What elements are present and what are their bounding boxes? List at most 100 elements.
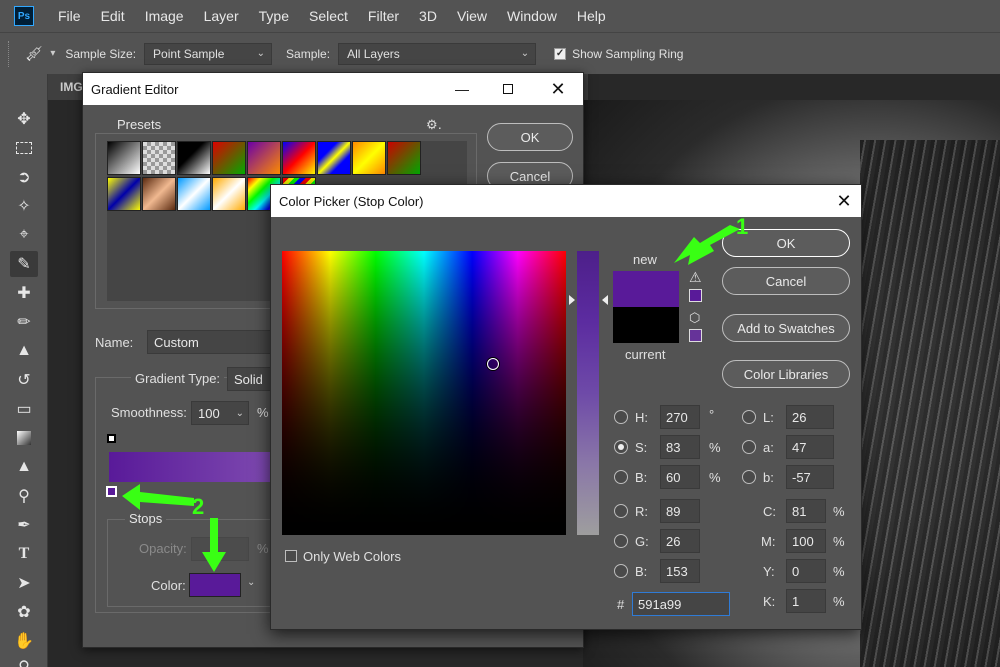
hex-field[interactable]: 591a99 [632, 592, 730, 616]
preset-swatch[interactable] [317, 141, 351, 175]
type-tool-icon[interactable]: T [10, 541, 38, 567]
preset-swatch[interactable] [247, 141, 281, 175]
red-radio[interactable] [614, 504, 628, 518]
preset-swatch[interactable] [212, 141, 246, 175]
preset-swatch[interactable] [107, 141, 141, 175]
gamut-swatch[interactable] [689, 289, 702, 302]
path-selection-tool-icon[interactable]: ➤ [10, 570, 38, 596]
gear-icon[interactable]: ⚙․ [426, 117, 442, 133]
preset-swatch[interactable] [177, 177, 211, 211]
lab-b-radio[interactable] [742, 470, 756, 484]
saturation-radio[interactable] [614, 440, 628, 454]
preset-swatch[interactable] [177, 141, 211, 175]
menu-help[interactable]: Help [567, 8, 616, 24]
green-field[interactable]: 26 [660, 529, 700, 553]
preset-swatch[interactable] [142, 177, 176, 211]
maximize-button[interactable] [485, 73, 531, 105]
sample-size-dropdown[interactable]: Point Sample ⌄ [144, 42, 273, 65]
arrow-1-shape [674, 225, 740, 265]
lightness-radio[interactable] [742, 410, 756, 424]
preset-swatch[interactable] [107, 177, 141, 211]
menu-image[interactable]: Image [135, 8, 194, 24]
eraser-tool-icon[interactable]: ▭ [10, 396, 38, 422]
marquee-tool-icon[interactable] [10, 135, 38, 161]
brush-tool-icon[interactable]: ✏ [10, 309, 38, 335]
blue-field[interactable]: 153 [660, 559, 700, 583]
gradient-ok-button[interactable]: OK [487, 123, 573, 151]
hue-radio[interactable] [614, 410, 628, 424]
add-to-swatches-button[interactable]: Add to Swatches [722, 314, 850, 342]
name-field[interactable]: Custom [147, 330, 277, 354]
chevron-down-icon[interactable]: ⌄ [247, 577, 255, 588]
menu-layer[interactable]: Layer [194, 8, 249, 24]
magenta-field[interactable]: 100 [786, 529, 826, 553]
stamp-tool-icon[interactable]: ▲ [10, 338, 38, 364]
color-stop-marker[interactable] [106, 486, 117, 497]
chevron-down-icon[interactable]: ⌄ [236, 408, 244, 419]
yellow-field[interactable]: 0 [786, 559, 826, 583]
close-button[interactable]: ✕ [821, 185, 867, 217]
menu-filter[interactable]: Filter [358, 8, 409, 24]
healing-brush-tool-icon[interactable]: ✚ [10, 280, 38, 306]
preset-swatch[interactable] [387, 141, 421, 175]
minimize-button[interactable]: — [439, 73, 485, 105]
only-web-colors-checkbox[interactable] [285, 550, 297, 562]
grip-handle[interactable] [8, 40, 12, 67]
eyedropper-tool-icon[interactable]: ✎ [10, 251, 38, 277]
hand-tool-icon[interactable]: ✋ [10, 628, 38, 654]
move-tool-icon[interactable]: ✥ [10, 106, 38, 132]
green-radio[interactable] [614, 534, 628, 548]
preset-swatch[interactable] [352, 141, 386, 175]
gradient-tool-icon[interactable] [10, 425, 38, 451]
lab-b-field[interactable]: -57 [786, 465, 834, 489]
custom-shape-tool-icon[interactable]: ✿ [10, 599, 38, 625]
eyedropper-icon[interactable]: 💉︎ [24, 44, 44, 64]
menu-edit[interactable]: Edit [91, 8, 135, 24]
blur-tool-icon[interactable]: ▲ [10, 454, 38, 480]
menu-type[interactable]: Type [249, 8, 299, 24]
gradient-bar[interactable] [109, 452, 273, 482]
menu-select[interactable]: Select [299, 8, 358, 24]
color-slider[interactable] [577, 251, 599, 535]
lightness-field[interactable]: 26 [786, 405, 834, 429]
tool-preset-chevron-icon[interactable]: ▾ [50, 48, 55, 59]
brightness-field[interactable]: 60 [660, 465, 700, 489]
blue-radio[interactable] [614, 564, 628, 578]
dodge-tool-icon[interactable]: ⚲ [10, 483, 38, 509]
slider-right-arrow[interactable] [602, 295, 608, 305]
black-field[interactable]: 1 [786, 589, 826, 613]
menu-file[interactable]: File [48, 8, 91, 24]
hue-field[interactable]: 270 [660, 405, 700, 429]
preset-swatch[interactable] [282, 141, 316, 175]
show-sampling-ring-checkbox[interactable]: ✓ [554, 47, 567, 60]
magic-wand-tool-icon[interactable]: ✧ [10, 193, 38, 219]
history-brush-tool-icon[interactable]: ↺ [10, 367, 38, 393]
sample-dropdown[interactable]: All Layers ⌄ [338, 42, 537, 65]
cube-icon[interactable]: ⬡ [689, 310, 700, 326]
preset-swatch[interactable] [142, 141, 176, 175]
crop-tool-icon[interactable]: ⌖ [10, 222, 38, 248]
cyan-field[interactable]: 81 [786, 499, 826, 523]
close-button[interactable]: ✕ [535, 73, 581, 105]
color-picker-titlebar[interactable]: Color Picker (Stop Color) [271, 185, 861, 217]
smoothness-field[interactable]: 100 ⌄ [191, 401, 249, 425]
color-field-marker[interactable] [487, 358, 499, 370]
a-field[interactable]: 47 [786, 435, 834, 459]
a-radio[interactable] [742, 440, 756, 454]
preset-swatch[interactable] [212, 177, 246, 211]
menu-3d[interactable]: 3D [409, 8, 447, 24]
menu-window[interactable]: Window [497, 8, 567, 24]
menu-view[interactable]: View [447, 8, 497, 24]
stop-color-swatch[interactable] [189, 573, 241, 597]
lasso-tool-icon[interactable]: ➲ [10, 164, 38, 190]
slider-left-arrow[interactable] [569, 295, 575, 305]
current-color-swatch[interactable] [613, 307, 679, 343]
pen-tool-icon[interactable]: ✒ [10, 512, 38, 538]
opacity-stop-marker[interactable] [107, 434, 116, 443]
saturation-field[interactable]: 83 [660, 435, 700, 459]
brightness-radio[interactable] [614, 470, 628, 484]
color-libraries-button[interactable]: Color Libraries [722, 360, 850, 388]
zoom-tool-icon[interactable]: ⚲ [10, 654, 38, 667]
red-field[interactable]: 89 [660, 499, 700, 523]
web-safe-swatch[interactable] [689, 329, 702, 342]
